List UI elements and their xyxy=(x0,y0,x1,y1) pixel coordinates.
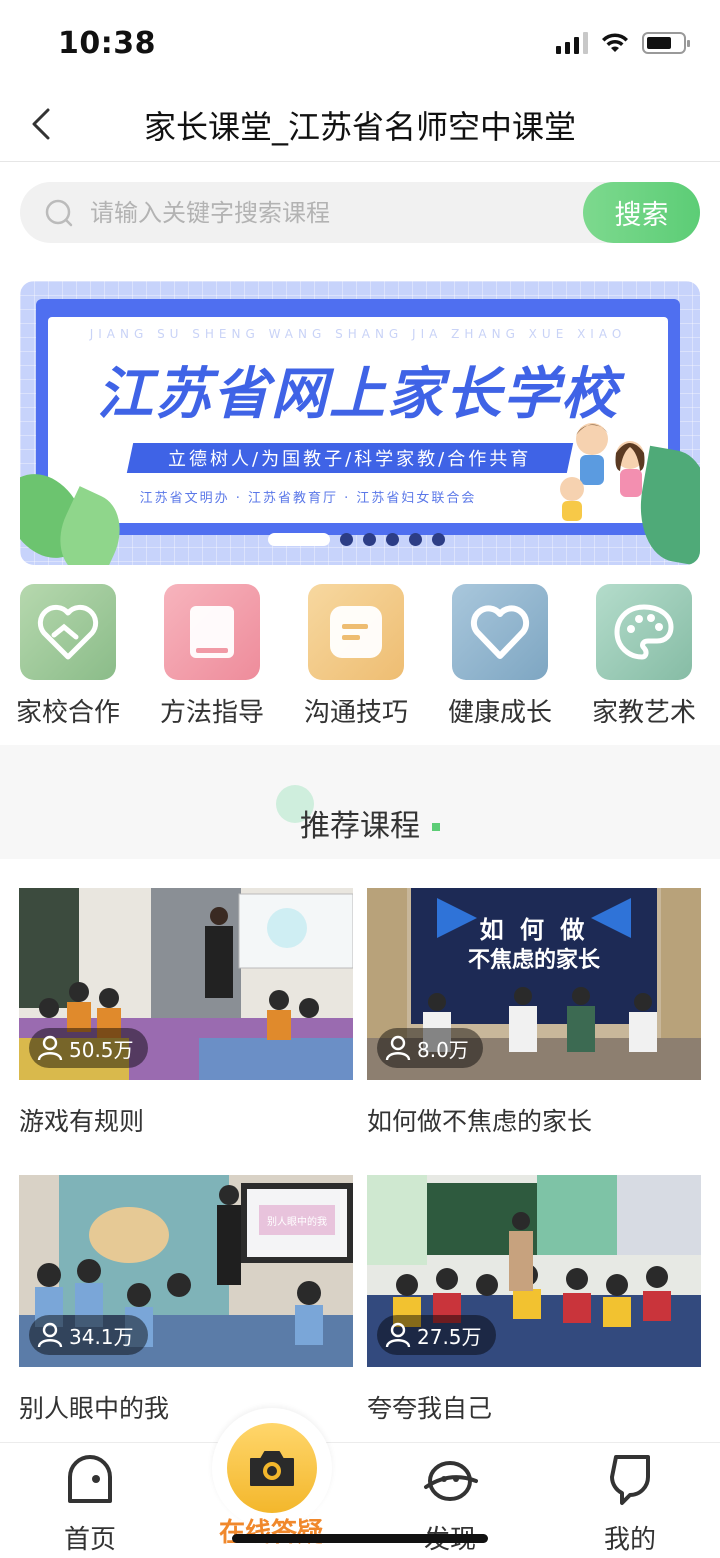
tab-home[interactable]: 首页 xyxy=(20,1451,160,1556)
category-label: 沟通技巧 xyxy=(303,698,408,728)
category-home-school[interactable]: 家校合作 xyxy=(8,584,128,729)
carousel-dot[interactable] xyxy=(432,533,445,546)
message-icon xyxy=(330,606,382,658)
search-icon xyxy=(45,199,73,227)
home-indicator xyxy=(232,1534,488,1543)
banner-slogan: 立德树人/为国教子/科学家教/合作共育 xyxy=(126,443,574,473)
carousel-dot[interactable] xyxy=(340,533,353,546)
view-count: 8.0万 xyxy=(417,1037,469,1062)
course-title: 游戏有规则 xyxy=(19,1107,145,1136)
carousel-dot[interactable] xyxy=(409,533,422,546)
discover-icon xyxy=(424,1461,478,1501)
course-card[interactable]: 别人眼中的我 34.1万 别人眼中的我 xyxy=(19,1175,353,1425)
view-count-badge: 34.1万 xyxy=(29,1315,148,1355)
battery-icon xyxy=(642,32,690,54)
category-label: 家校合作 xyxy=(15,698,120,728)
category-label: 方法指导 xyxy=(159,698,264,728)
tab-online-qa[interactable] xyxy=(227,1423,317,1513)
view-count: 34.1万 xyxy=(69,1324,134,1349)
wifi-icon xyxy=(602,33,628,52)
category-icon-bg xyxy=(452,584,548,680)
cellular-signal-icon xyxy=(556,32,588,54)
category-art[interactable]: 家教艺术 xyxy=(584,584,704,729)
tab-label: 在线答疑 xyxy=(218,1518,323,1548)
category-icon-bg xyxy=(164,584,260,680)
course-thumbnail: 27.5万 xyxy=(367,1175,701,1367)
user-icon xyxy=(37,1322,63,1348)
home-icon xyxy=(68,1455,112,1503)
status-icons xyxy=(556,32,690,54)
camera-icon xyxy=(250,1451,294,1486)
banner-pinyin: JIANG SU SHENG WANG SHANG JIA ZHANG XUE … xyxy=(89,327,627,341)
course-title: 夸夸我自己 xyxy=(367,1394,493,1423)
tab-label: 首页 xyxy=(63,1525,116,1555)
category-grid: 家校合作 方法指导 沟通技巧 健康成长 家教艺术 xyxy=(0,584,720,730)
view-count: 27.5万 xyxy=(417,1324,482,1349)
banner-carousel[interactable]: JIANG SU SHENG WANG SHANG JIA ZHANG XUE … xyxy=(20,281,700,565)
decorative-square xyxy=(432,823,440,831)
course-title: 如何做不焦虑的家长 xyxy=(367,1107,593,1136)
banner-slogan-text: 立德树人/为国教子/科学家教/合作共育 xyxy=(168,449,532,470)
heart-icon xyxy=(470,605,530,659)
course-card[interactable]: 50.5万 游戏有规则 xyxy=(19,888,353,1138)
search-input[interactable] xyxy=(90,182,580,243)
search-bar: 搜索 xyxy=(20,182,700,243)
thumbnail-text: 别人眼中的我 xyxy=(267,1217,327,1228)
category-icon-bg xyxy=(596,584,692,680)
view-count-badge: 8.0万 xyxy=(377,1028,483,1068)
section-title: 推荐课程 xyxy=(300,809,420,844)
tab-label: 我的 xyxy=(603,1525,656,1555)
navigation-bar: 家长课堂_江苏省名师空中课堂 xyxy=(0,88,720,162)
palette-icon xyxy=(614,604,674,660)
tab-profile[interactable]: 我的 xyxy=(560,1451,700,1556)
thumbnail-text: 如 何 做 xyxy=(479,916,589,944)
category-method[interactable]: 方法指导 xyxy=(152,584,272,729)
view-count-badge: 50.5万 xyxy=(29,1028,148,1068)
thumbnail-text: 不焦虑的家长 xyxy=(467,948,600,973)
course-thumbnail: 50.5万 xyxy=(19,888,353,1080)
category-icon-bg xyxy=(308,584,404,680)
banner-content: JIANG SU SHENG WANG SHANG JIA ZHANG XUE … xyxy=(48,317,668,523)
view-count-badge: 27.5万 xyxy=(377,1315,496,1355)
category-label: 健康成长 xyxy=(447,698,552,728)
user-icon xyxy=(385,1322,411,1348)
course-thumbnail: 别人眼中的我 34.1万 xyxy=(19,1175,353,1367)
recommend-section-header: 推荐课程 xyxy=(0,745,720,859)
search-button[interactable]: 搜索 xyxy=(583,182,700,243)
carousel-dot-active[interactable] xyxy=(268,533,330,546)
handshake-heart-icon xyxy=(37,604,99,660)
view-count: 50.5万 xyxy=(69,1037,134,1062)
category-label: 家教艺术 xyxy=(591,698,696,728)
category-health[interactable]: 健康成长 xyxy=(440,584,560,729)
user-icon xyxy=(385,1035,411,1061)
page-title: 家长课堂_江苏省名师空中课堂 xyxy=(143,108,576,146)
book-icon xyxy=(190,606,234,658)
course-card[interactable]: 如 何 做 不焦虑的家长 8.0万 如何做不焦虑的家长 xyxy=(367,888,701,1138)
carousel-dot[interactable] xyxy=(386,533,399,546)
course-thumbnail: 如 何 做 不焦虑的家长 8.0万 xyxy=(367,888,701,1080)
carousel-dot[interactable] xyxy=(363,533,376,546)
category-communication[interactable]: 沟通技巧 xyxy=(296,584,416,729)
status-bar: 10:38 xyxy=(0,0,720,88)
course-card[interactable]: 27.5万 夸夸我自己 xyxy=(367,1175,701,1425)
profile-icon xyxy=(610,1455,650,1505)
user-icon xyxy=(37,1035,63,1061)
banner-frame: JIANG SU SHENG WANG SHANG JIA ZHANG XUE … xyxy=(36,299,680,535)
category-icon-bg xyxy=(20,584,116,680)
carousel-indicator xyxy=(268,533,445,546)
status-time: 10:38 xyxy=(58,26,156,61)
app-screen: 10:38 家长课堂_江苏省名师空中课堂 搜索 xyxy=(0,0,720,1558)
banner-organizers: 江苏省文明办 · 江苏省教育厅 · 江苏省妇女联合会 xyxy=(139,491,477,506)
